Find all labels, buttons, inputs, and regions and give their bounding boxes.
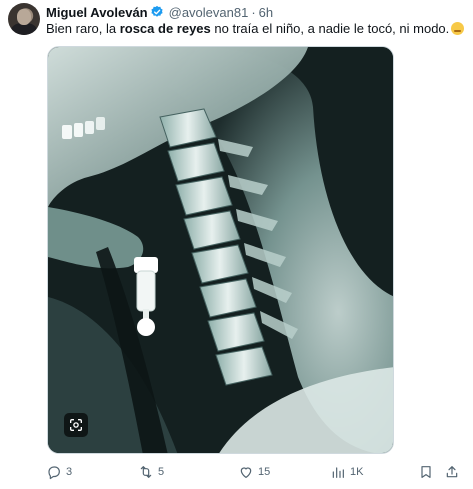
repost-icon bbox=[140, 466, 152, 478]
bookmark-icon bbox=[421, 466, 431, 478]
tweet-text: Bien raro, la rosca de reyes no traía el… bbox=[46, 21, 465, 36]
avatar[interactable] bbox=[8, 3, 40, 35]
verified-badge-icon bbox=[151, 5, 163, 17]
tweet-image-xray[interactable] bbox=[47, 46, 394, 454]
tweet-time[interactable]: 6h bbox=[259, 5, 273, 20]
tweet-text-bold: rosca de reyes bbox=[119, 21, 211, 36]
share-button[interactable] bbox=[444, 460, 460, 484]
xray-image bbox=[48, 47, 393, 453]
like-button[interactable]: 15 bbox=[238, 460, 270, 484]
relieved-face-emoji-icon bbox=[451, 22, 465, 35]
views-count: 1K bbox=[350, 466, 364, 478]
reply-button[interactable]: 3 bbox=[46, 460, 72, 484]
heart-icon bbox=[240, 467, 252, 478]
repost-count: 5 bbox=[158, 466, 165, 478]
header-separator: · bbox=[251, 4, 256, 20]
tweet-actions: 3 5 15 1K bbox=[46, 460, 466, 484]
repost-button[interactable]: 5 bbox=[138, 460, 164, 484]
figurine-shape bbox=[134, 257, 158, 336]
lens-search-icon bbox=[70, 419, 82, 431]
tweet-text-start: Bien raro, la bbox=[46, 21, 120, 36]
views-button[interactable]: 1K bbox=[330, 460, 363, 484]
author-handle[interactable]: @avolevan81 bbox=[169, 5, 249, 20]
like-count: 15 bbox=[258, 466, 271, 478]
reply-count: 3 bbox=[66, 466, 73, 478]
author-name[interactable]: Miguel Avoleván bbox=[46, 5, 148, 20]
reply-icon bbox=[48, 466, 60, 480]
views-chart-icon bbox=[332, 467, 344, 478]
lens-search-button[interactable] bbox=[64, 413, 88, 437]
tweet-header: Miguel Avoleván @avolevan81 · 6h bbox=[46, 4, 273, 20]
tweet: Miguel Avoleván @avolevan81 · 6h Bien ra… bbox=[0, 0, 473, 489]
avatar-face bbox=[17, 9, 31, 25]
share-icon bbox=[446, 466, 458, 478]
tweet-text-end: no traía el niño, a nadie le tocó, ni mo… bbox=[210, 21, 450, 36]
bookmark-button[interactable] bbox=[418, 460, 434, 484]
